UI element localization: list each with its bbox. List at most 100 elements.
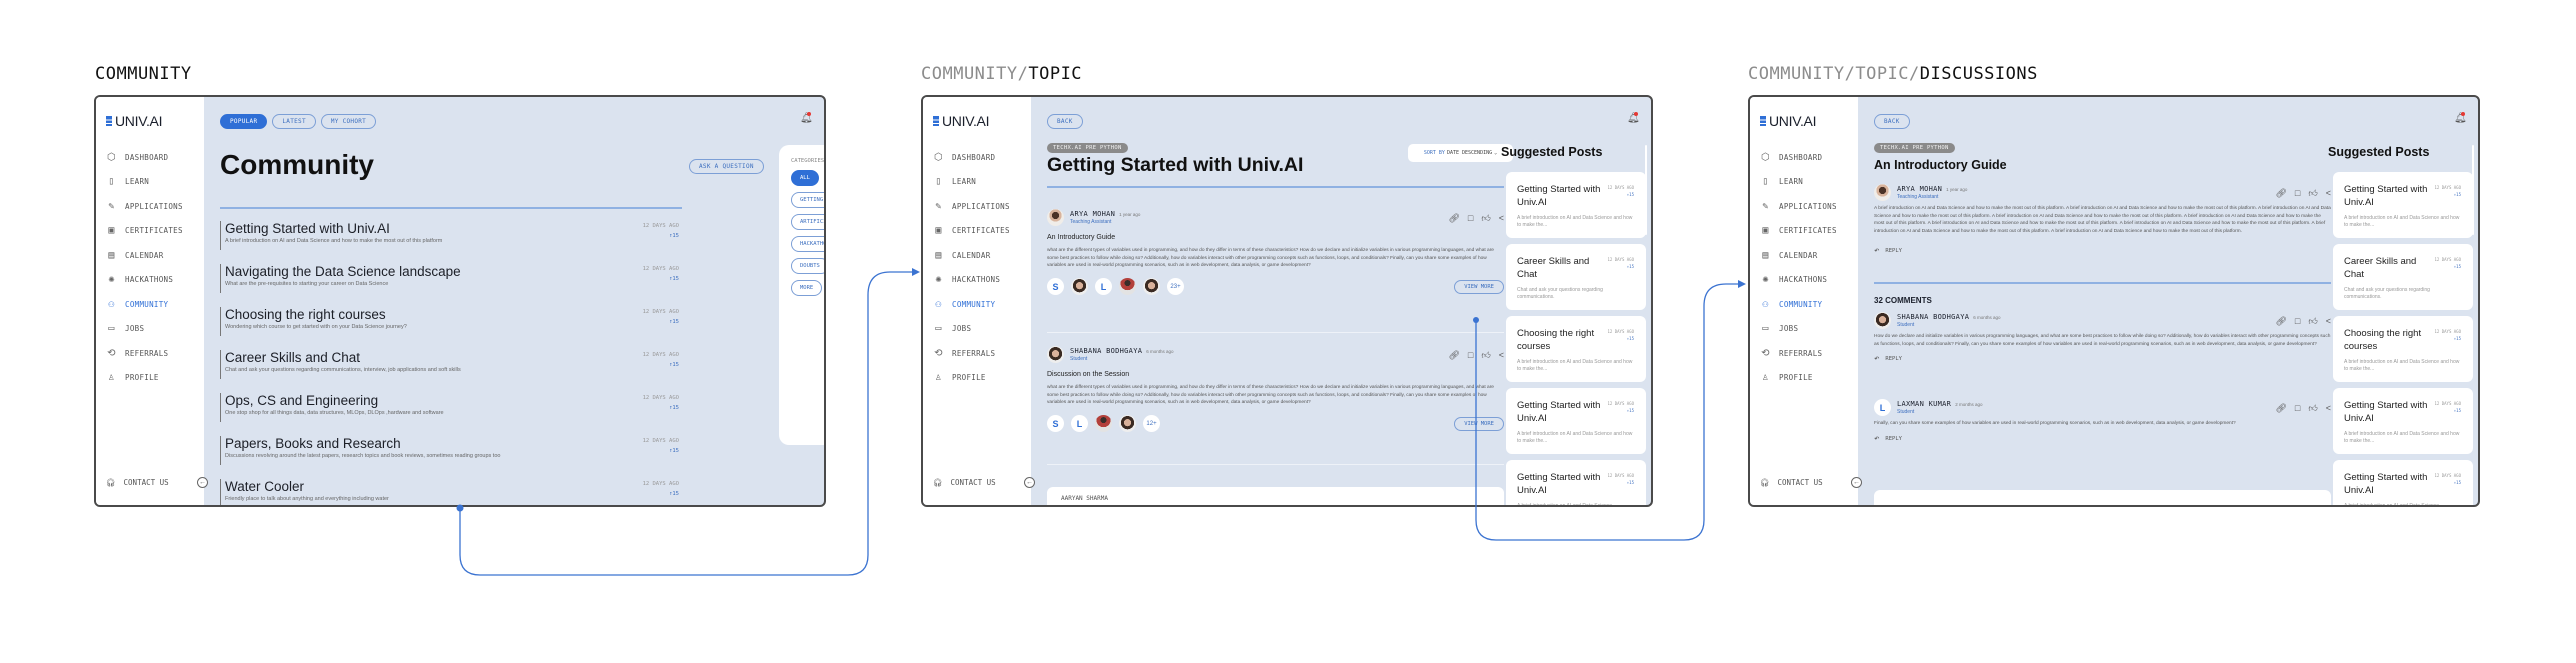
category-chip-getting-started[interactable]: GETTING STARTED — [791, 192, 824, 208]
sidebar-item-jobs[interactable]: ▭ JOBS — [923, 317, 1031, 342]
category-chip-more[interactable]: MORE — [791, 280, 823, 296]
tab-popular[interactable]: POPULAR — [220, 114, 268, 129]
collapse-sidebar-icon[interactable]: ← — [1851, 477, 1862, 488]
sidebar-item-community[interactable]: ⚇ COMMUNITY — [1750, 292, 1858, 317]
sidebar-item-profile[interactable]: ♙ PROFILE — [923, 366, 1031, 391]
topic-votes[interactable]: ↑15 — [643, 274, 679, 284]
topic-item[interactable]: Getting Started with Univ.AI A brief int… — [220, 221, 679, 250]
topic-votes[interactable]: ↑15 — [643, 446, 679, 456]
reply-button[interactable]: ↶ REPLY — [1874, 434, 2331, 444]
category-chip-ai[interactable]: AI — [825, 170, 826, 186]
view-more-button[interactable]: VIEW MORE — [1454, 280, 1504, 295]
collapse-sidebar-icon[interactable]: ← — [197, 477, 208, 488]
bookmark-icon[interactable]: □ — [1468, 213, 1473, 224]
sidebar-item-hackathons[interactable]: ✺ HACKATHONS — [96, 268, 204, 293]
topic-item[interactable]: Ops, CS and Engineering One stop shop fo… — [220, 393, 679, 422]
sidebar-item-referrals[interactable]: ⟲ REFERRALS — [96, 341, 204, 366]
bookmark-icon[interactable]: □ — [2295, 188, 2300, 199]
sidebar-item-referrals[interactable]: ⟲ REFERRALS — [923, 341, 1031, 366]
sidebar-item-applications[interactable]: ✎ APPLICATIONS — [1750, 194, 1858, 219]
like-icon[interactable]: 👍︎ — [2308, 316, 2317, 327]
contact-us-link[interactable]: 🎧︎ CONTACT US — [106, 478, 169, 487]
category-chip-hackathons[interactable]: HACKATHONS — [791, 236, 824, 252]
suggested-post-card[interactable]: Getting Started with Univ.AI 12 DAYS AGO… — [1506, 172, 1646, 238]
collapse-sidebar-icon[interactable]: ← — [1024, 477, 1035, 488]
reply-button[interactable]: ↶ REPLY — [1874, 246, 2331, 256]
sidebar-item-calendar[interactable]: ▤ CALENDAR — [1750, 243, 1858, 268]
sidebar-item-hackathons[interactable]: ✺ HACKATHONS — [1750, 268, 1858, 293]
topic-item[interactable]: Career Skills and Chat Chat and ask your… — [220, 350, 679, 379]
suggested-post-card[interactable]: Getting Started with Univ.AI 12 DAYS AGO… — [2333, 388, 2473, 454]
suggested-post-card[interactable]: Getting Started with Univ.AI 12 DAYS AGO… — [1506, 388, 1646, 454]
tab-my-cohort[interactable]: MY COHORT — [320, 114, 377, 129]
sort-dropdown[interactable]: SORT BY DATE DESCENDING ⌄ — [1408, 144, 1513, 162]
link-icon[interactable]: 🔗︎ — [2275, 188, 2286, 199]
topic-item[interactable]: Navigating the Data Science landscape Wh… — [220, 264, 679, 293]
scrollbar[interactable] — [1645, 145, 1647, 235]
sidebar-item-dashboard[interactable]: ⬡ DASHBOARD — [1750, 145, 1858, 170]
comment-input-card[interactable] — [1874, 490, 2331, 505]
topic-votes[interactable]: ↑15 — [643, 317, 679, 327]
bookmark-icon[interactable]: □ — [1468, 350, 1473, 361]
bookmark-icon[interactable]: □ — [2295, 316, 2300, 327]
logo[interactable]: UNIV.AI — [923, 97, 1031, 129]
category-chip-artificial-intelligence[interactable]: ARTIFICIAL INTELLIGENCE — [791, 214, 824, 230]
like-icon[interactable]: 👍︎ — [2308, 188, 2317, 199]
sidebar-item-applications[interactable]: ✎ APPLICATIONS — [96, 194, 204, 219]
suggested-post-card[interactable]: Getting Started with Univ.AI 12 DAYS AGO… — [1506, 460, 1646, 505]
ask-question-button[interactable]: ASK A QUESTION — [689, 159, 764, 174]
topic-votes[interactable]: ↑15 — [643, 360, 679, 370]
like-icon[interactable]: 👍︎ — [1481, 350, 1490, 361]
like-icon[interactable]: 👍︎ — [1481, 213, 1490, 224]
contact-us-link[interactable]: 🎧︎ CONTACT US — [933, 478, 996, 487]
sidebar-item-jobs[interactable]: ▭ JOBS — [96, 317, 204, 342]
suggested-post-card[interactable]: Career Skills and Chat 12 DAYS AGO ↑15 Ch… — [1506, 244, 1646, 310]
link-icon[interactable]: 🔗︎ — [2275, 316, 2286, 327]
back-button[interactable]: BACK — [1874, 114, 1910, 129]
topic-votes[interactable]: ↑15 — [643, 489, 679, 499]
topic-votes[interactable]: ↑15 — [643, 231, 679, 241]
sidebar-item-hackathons[interactable]: ✺ HACKATHONS — [923, 268, 1031, 293]
sidebar-item-certificates[interactable]: ▣ CERTIFICATES — [1750, 219, 1858, 244]
link-icon[interactable]: 🔗︎ — [2275, 403, 2286, 414]
back-button[interactable]: BACK — [1047, 114, 1083, 129]
logo[interactable]: UNIV.AI — [96, 97, 204, 129]
sidebar-item-learn[interactable]: ▯ LEARN — [1750, 170, 1858, 195]
suggested-post-card[interactable]: Choosing the right courses 12 DAYS AGO ↑1… — [1506, 316, 1646, 382]
scrollbar[interactable] — [2472, 145, 2474, 235]
category-chip-all[interactable]: ALL — [791, 170, 819, 186]
tab-latest[interactable]: LATEST — [272, 114, 316, 129]
sidebar-item-calendar[interactable]: ▤ CALENDAR — [923, 243, 1031, 268]
suggested-post-card[interactable]: Getting Started with Univ.AI 12 DAYS AGO… — [2333, 460, 2473, 505]
sidebar-item-dashboard[interactable]: ⬡ DASHBOARD — [923, 145, 1031, 170]
sidebar-item-learn[interactable]: ▯ LEARN — [923, 170, 1031, 195]
view-more-button[interactable]: VIEW MORE — [1454, 417, 1504, 432]
sidebar-item-dashboard[interactable]: ⬡ DASHBOARD — [96, 145, 204, 170]
sidebar-item-community[interactable]: ⚇ COMMUNITY — [96, 292, 204, 317]
link-icon[interactable]: 🔗︎ — [1448, 213, 1459, 224]
notification-bell-icon[interactable]: 🔔︎ — [800, 112, 813, 124]
suggested-post-card[interactable]: Getting Started with Univ.AI 12 DAYS AGO… — [2333, 172, 2473, 238]
sidebar-item-profile[interactable]: ♙ PROFILE — [1750, 366, 1858, 391]
sidebar-item-calendar[interactable]: ▤ CALENDAR — [96, 243, 204, 268]
sidebar-item-profile[interactable]: ♙ PROFILE — [96, 366, 204, 391]
sidebar-item-certificates[interactable]: ▣ CERTIFICATES — [923, 219, 1031, 244]
suggested-post-card[interactable]: Choosing the right courses 12 DAYS AGO ↑1… — [2333, 316, 2473, 382]
sidebar-item-certificates[interactable]: ▣ CERTIFICATES — [96, 219, 204, 244]
sidebar-item-jobs[interactable]: ▭ JOBS — [1750, 317, 1858, 342]
topic-item[interactable]: Water Cooler Friendly place to talk abou… — [220, 479, 679, 505]
topic-post-preview[interactable]: AARYAN SHARMA — [1047, 487, 1504, 505]
sidebar-item-referrals[interactable]: ⟲ REFERRALS — [1750, 341, 1858, 366]
bookmark-icon[interactable]: □ — [2295, 403, 2300, 414]
category-chip-doubts[interactable]: DOUBTS — [791, 258, 824, 274]
link-icon[interactable]: 🔗︎ — [1448, 350, 1459, 361]
logo[interactable]: UNIV.AI — [1750, 97, 1858, 129]
topic-votes[interactable]: ↑15 — [643, 403, 679, 413]
sidebar-item-applications[interactable]: ✎ APPLICATIONS — [923, 194, 1031, 219]
like-icon[interactable]: 👍︎ — [2308, 403, 2317, 414]
topic-item[interactable]: Choosing the right courses Wondering whi… — [220, 307, 679, 336]
reply-button[interactable]: ↶ REPLY — [1874, 354, 2331, 364]
topic-item[interactable]: Papers, Books and Research Discussions r… — [220, 436, 679, 465]
contact-us-link[interactable]: 🎧︎ CONTACT US — [1760, 478, 1823, 487]
sidebar-item-community[interactable]: ⚇ COMMUNITY — [923, 292, 1031, 317]
